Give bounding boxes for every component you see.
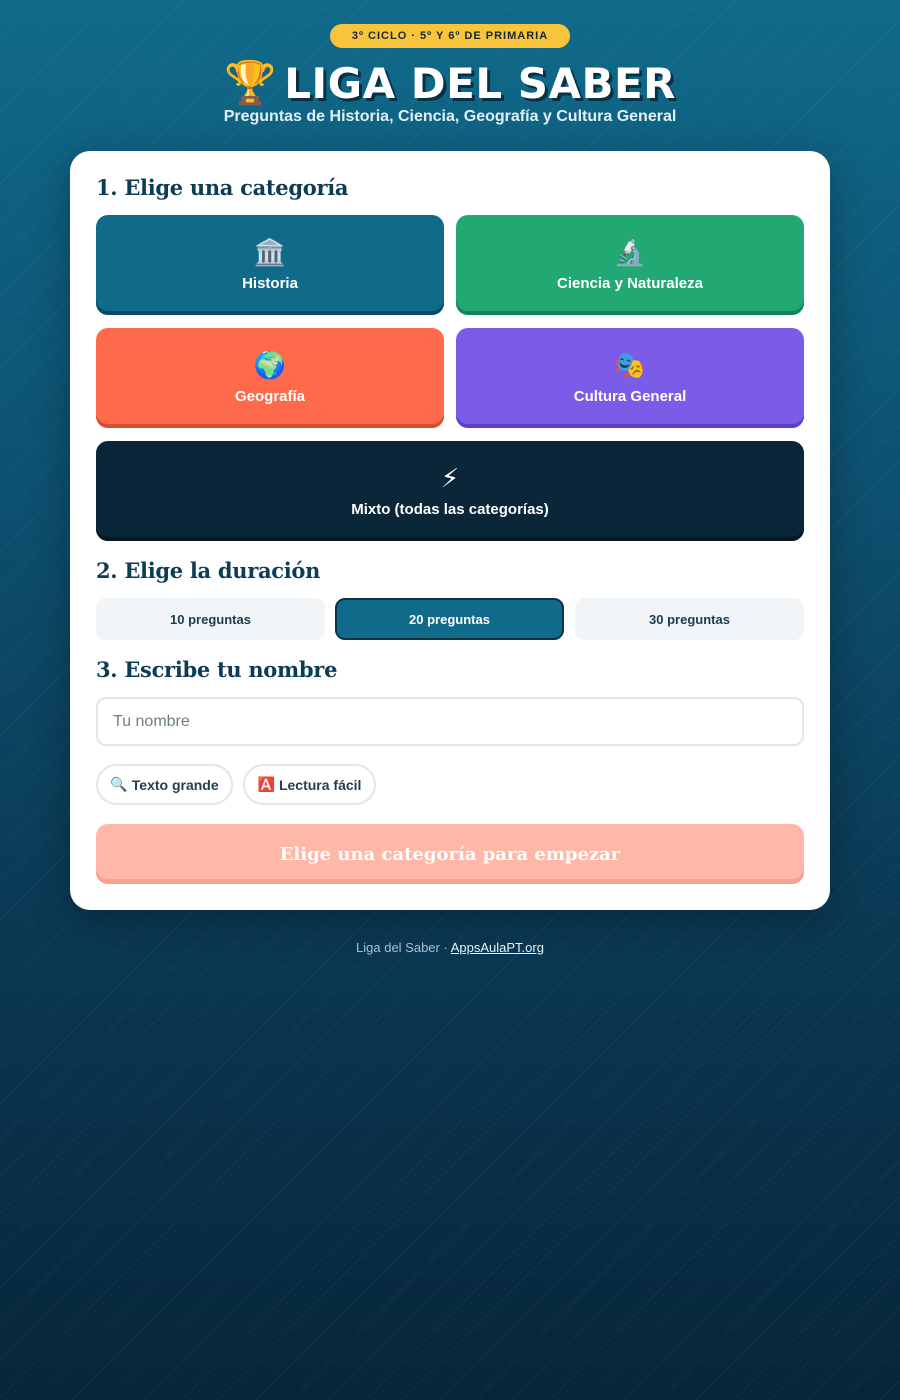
classical-building-icon: 🏛️ <box>253 236 287 267</box>
section-title-category: 1. Elige una categoría <box>96 175 349 200</box>
category-label: Cultura General <box>573 387 687 405</box>
section-title-duration: 2. Elige la duración <box>96 558 321 583</box>
footer-link[interactable]: AppsAulaPT.org <box>451 940 544 955</box>
easy-read-toggle[interactable]: 🅰️ Lectura fácil <box>243 764 376 805</box>
page-title-text: LIGA DEL SABER <box>284 58 677 108</box>
category-label: Mixto (todas las categorías) <box>351 500 549 518</box>
category-culture-button[interactable]: 🎭 Cultura General <box>456 328 804 428</box>
category-label: Geografía <box>234 387 306 405</box>
theater-masks-icon: 🎭 <box>613 349 647 380</box>
setup-card: 1. Elige una categoría 🏛️ Historia 🔬 Cie… <box>70 151 830 910</box>
start-button[interactable]: Elige una categoría para empezar <box>96 824 804 884</box>
globe-icon: 🌍 <box>253 349 287 380</box>
category-science-button[interactable]: 🔬 Ciencia y Naturaleza <box>456 215 804 315</box>
footer-text: Liga del Saber · <box>356 940 451 955</box>
page-title: 🏆 LIGA DEL SABER <box>0 56 900 110</box>
large-text-label: Texto grande <box>131 776 219 793</box>
category-label: Ciencia y Naturaleza <box>557 274 703 292</box>
duration-30-button[interactable]: 30 preguntas <box>575 598 804 640</box>
duration-20-button[interactable]: 20 preguntas <box>335 598 564 640</box>
footer: Liga del Saber · AppsAulaPT.org <box>0 940 900 955</box>
category-mixed-button[interactable]: ⚡ Mixto (todas las categorías) <box>96 441 804 541</box>
category-geography-button[interactable]: 🌍 Geografía <box>96 328 444 428</box>
name-input[interactable] <box>96 697 804 746</box>
page-subtitle: Preguntas de Historia, Ciencia, Geografí… <box>223 108 677 125</box>
magnifier-icon: 🔍 <box>110 776 128 792</box>
duration-10-button[interactable]: 10 preguntas <box>96 598 325 640</box>
microscope-icon: 🔬 <box>613 236 647 267</box>
cycle-badge: 3º CICLO · 5º Y 6º DE PRIMARIA <box>330 24 570 48</box>
easy-read-label: Lectura fácil <box>278 776 362 793</box>
category-label: Historia <box>242 274 298 292</box>
section-title-name: 3. Escribe tu nombre <box>96 657 338 682</box>
lightning-icon: ⚡ <box>440 462 460 493</box>
letter-a-icon: 🅰️ <box>257 776 275 792</box>
large-text-toggle[interactable]: 🔍 Texto grande <box>96 764 233 805</box>
trophy-icon: 🏆 <box>223 59 277 106</box>
category-history-button[interactable]: 🏛️ Historia <box>96 215 444 315</box>
